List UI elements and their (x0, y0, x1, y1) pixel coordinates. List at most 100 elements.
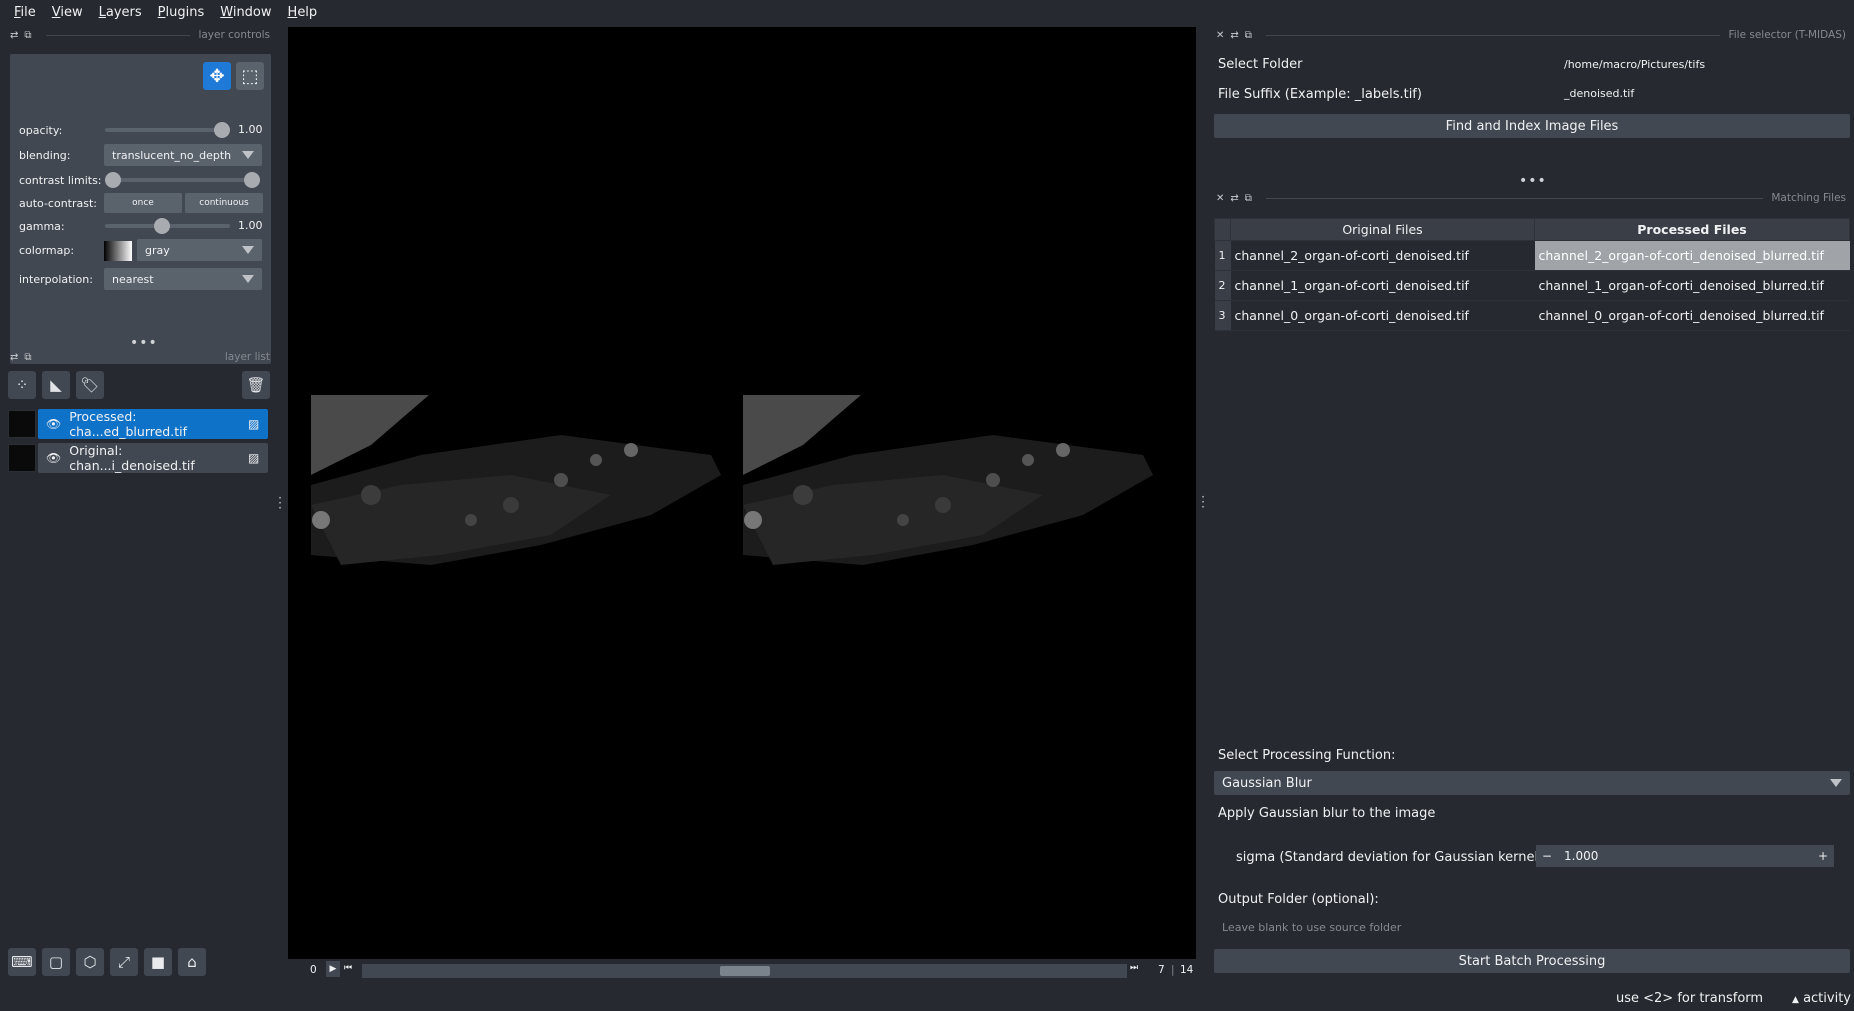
select-folder-label: Select Folder (1218, 57, 1303, 72)
colormap-select[interactable]: gray (137, 239, 262, 261)
caret-up-icon: ▲ (1792, 995, 1799, 1005)
gamma-slider[interactable] (105, 215, 230, 237)
layer-list-titlebar: ⇄ ⧉ layer list (0, 348, 278, 366)
original-file-cell[interactable]: channel_2_organ-of-corti_denoised.tif (1230, 240, 1535, 271)
opacity-label: opacity: (19, 123, 63, 137)
float-icon[interactable]: ⇄ (10, 352, 18, 363)
original-file-cell[interactable]: channel_0_organ-of-corti_denoised.tif (1230, 300, 1535, 331)
play-icon[interactable]: ▶ (326, 961, 340, 977)
processed-file-cell[interactable]: channel_2_organ-of-corti_denoised_blurre… (1534, 240, 1850, 271)
processing-function-label: Select Processing Function: (1218, 748, 1396, 763)
start-batch-processing-button[interactable]: Start Batch Processing (1214, 949, 1850, 973)
processed-file-cell[interactable]: channel_0_organ-of-corti_denoised_blurre… (1534, 300, 1850, 331)
float-icon[interactable]: ⇄ (10, 30, 18, 41)
file-suffix-label: File Suffix (Example: _labels.tif) (1218, 87, 1422, 102)
new-shapes-layer-button[interactable]: ◣ (42, 371, 70, 399)
processed-file-cell[interactable]: channel_1_organ-of-corti_denoised_blurre… (1534, 270, 1850, 301)
find-and-index-button[interactable]: Find and Index Image Files (1214, 114, 1850, 138)
contrast-limits-slider[interactable] (105, 169, 260, 191)
dims-total-label: 14 (1180, 964, 1194, 976)
layer-thumbnail (8, 444, 36, 472)
layer-controls-title: layer controls (198, 29, 270, 41)
auto-contrast-continuous-button[interactable]: continuous (185, 193, 263, 213)
auto-contrast-once-button[interactable]: once (104, 193, 182, 213)
activity-toggle[interactable]: ▲ activity (1792, 991, 1851, 1006)
menu-plugins[interactable]: Plugins (150, 5, 213, 20)
plus-icon[interactable]: + (1812, 849, 1834, 863)
original-image-tile (743, 395, 1153, 605)
float-icon[interactable]: ⇄ (1230, 30, 1238, 41)
detach-icon[interactable]: ⧉ (1245, 30, 1252, 41)
detach-icon[interactable]: ⧉ (24, 30, 31, 41)
table-row[interactable]: 3 channel_0_organ-of-corti_denoised.tif … (1214, 300, 1850, 331)
table-row[interactable]: 2 channel_1_organ-of-corti_denoised.tif … (1214, 270, 1850, 301)
table-row[interactable]: 1 channel_2_organ-of-corti_denoised.tif … (1214, 240, 1850, 271)
float-icon[interactable]: ⇄ (1230, 193, 1238, 204)
pan-zoom-mode-button[interactable]: ✥ (203, 62, 231, 90)
dims-slider-bar: 0 ▶ ⏮ ⏭ 7 | 14 (310, 961, 1194, 978)
column-header-processed[interactable]: Processed Files (1534, 218, 1850, 241)
dims-scrollbar[interactable] (362, 964, 1127, 978)
chevron-down-icon (242, 151, 254, 159)
menu-layers[interactable]: Layers (91, 5, 150, 20)
folder-path-input[interactable]: /home/macro/Pictures/tifs (1556, 53, 1848, 75)
opacity-slider[interactable] (105, 119, 230, 141)
layer-list-title: layer list (224, 351, 270, 363)
image-layer-icon: ▨ (248, 417, 260, 431)
panel-splitter-handle[interactable]: ••• (1519, 173, 1547, 189)
blending-select[interactable]: translucent_no_depth (104, 144, 262, 166)
processing-function-select[interactable]: Gaussian Blur (1214, 771, 1850, 795)
image-canvas[interactable] (288, 27, 1196, 959)
dims-scrollbar-handle[interactable] (719, 966, 770, 976)
layer-row-original[interactable]: 👁 Original: chan...i_denoised.tif ▨ (8, 443, 268, 473)
interpolation-select[interactable]: nearest (104, 268, 262, 290)
close-icon[interactable]: ✕ (1216, 193, 1224, 204)
row-number: 3 (1214, 300, 1231, 331)
table-corner (1214, 218, 1231, 241)
row-number: 2 (1214, 270, 1231, 301)
delete-layer-button[interactable]: 🗑 (242, 371, 270, 399)
right-dock: ✕ ⇄ ⧉ File selector (T-MIDAS) Select Fol… (1206, 26, 1854, 1011)
contrast-min-handle[interactable] (105, 172, 121, 188)
eye-icon[interactable]: 👁 (46, 417, 61, 431)
dims-current-label: 7 (1158, 964, 1165, 976)
sigma-spinbox[interactable]: − 1.000 + (1536, 845, 1834, 867)
menu-file[interactable]: File (6, 5, 44, 20)
new-labels-layer-button[interactable]: 🏷 (76, 371, 104, 399)
detach-icon[interactable]: ⧉ (1245, 193, 1252, 204)
layer-controls-panel: ✥ ⬚ opacity: 1.00 blending: translucent_… (10, 54, 271, 364)
dock-resize-handle[interactable]: · · · (277, 492, 283, 514)
ndisplay-toggle-button[interactable]: ▢ (42, 948, 70, 976)
colormap-preview (104, 241, 132, 261)
column-header-original[interactable]: Original Files (1230, 218, 1535, 241)
grid-toggle-button[interactable]: ■ (144, 948, 172, 976)
menu-window[interactable]: Window (212, 5, 279, 20)
roll-dims-button[interactable]: ⬡ (76, 948, 104, 976)
detach-icon[interactable]: ⧉ (24, 352, 31, 363)
console-button[interactable]: ⌨ (8, 948, 36, 976)
new-points-layer-button[interactable]: ⁘ (8, 371, 36, 399)
sigma-value[interactable]: 1.000 (1558, 849, 1812, 863)
eye-icon[interactable]: 👁 (46, 451, 61, 465)
sigma-label: sigma (Standard deviation for Gaussian k… (1236, 850, 1548, 865)
processed-image-tile (311, 395, 721, 605)
close-icon[interactable]: ✕ (1216, 30, 1224, 41)
minus-icon[interactable]: − (1536, 849, 1558, 863)
step-forward-icon[interactable]: ⏭ (1130, 963, 1138, 973)
gamma-slider-handle[interactable] (154, 218, 171, 234)
menu-view[interactable]: View (44, 5, 91, 20)
transform-mode-button[interactable]: ⬚ (236, 62, 264, 90)
row-number: 1 (1214, 240, 1231, 271)
original-file-cell[interactable]: channel_1_organ-of-corti_denoised.tif (1230, 270, 1535, 301)
step-back-icon[interactable]: ⏮ (344, 963, 352, 973)
output-folder-input[interactable]: Leave blank to use source folder (1214, 916, 1850, 938)
layer-row-processed[interactable]: 👁 Processed: cha...ed_blurred.tif ▨ (8, 409, 268, 439)
contrast-max-handle[interactable] (244, 172, 260, 188)
menu-help[interactable]: Help (280, 5, 326, 20)
file-suffix-input[interactable]: _denoised.tif (1556, 82, 1848, 104)
home-button[interactable]: ⌂ (178, 948, 206, 976)
chevron-down-icon (242, 275, 254, 283)
transpose-dims-button[interactable]: ⤢ (110, 948, 138, 976)
opacity-slider-handle[interactable] (214, 122, 230, 138)
matching-files-table: Original Files Processed Files 1 channel… (1214, 218, 1850, 331)
